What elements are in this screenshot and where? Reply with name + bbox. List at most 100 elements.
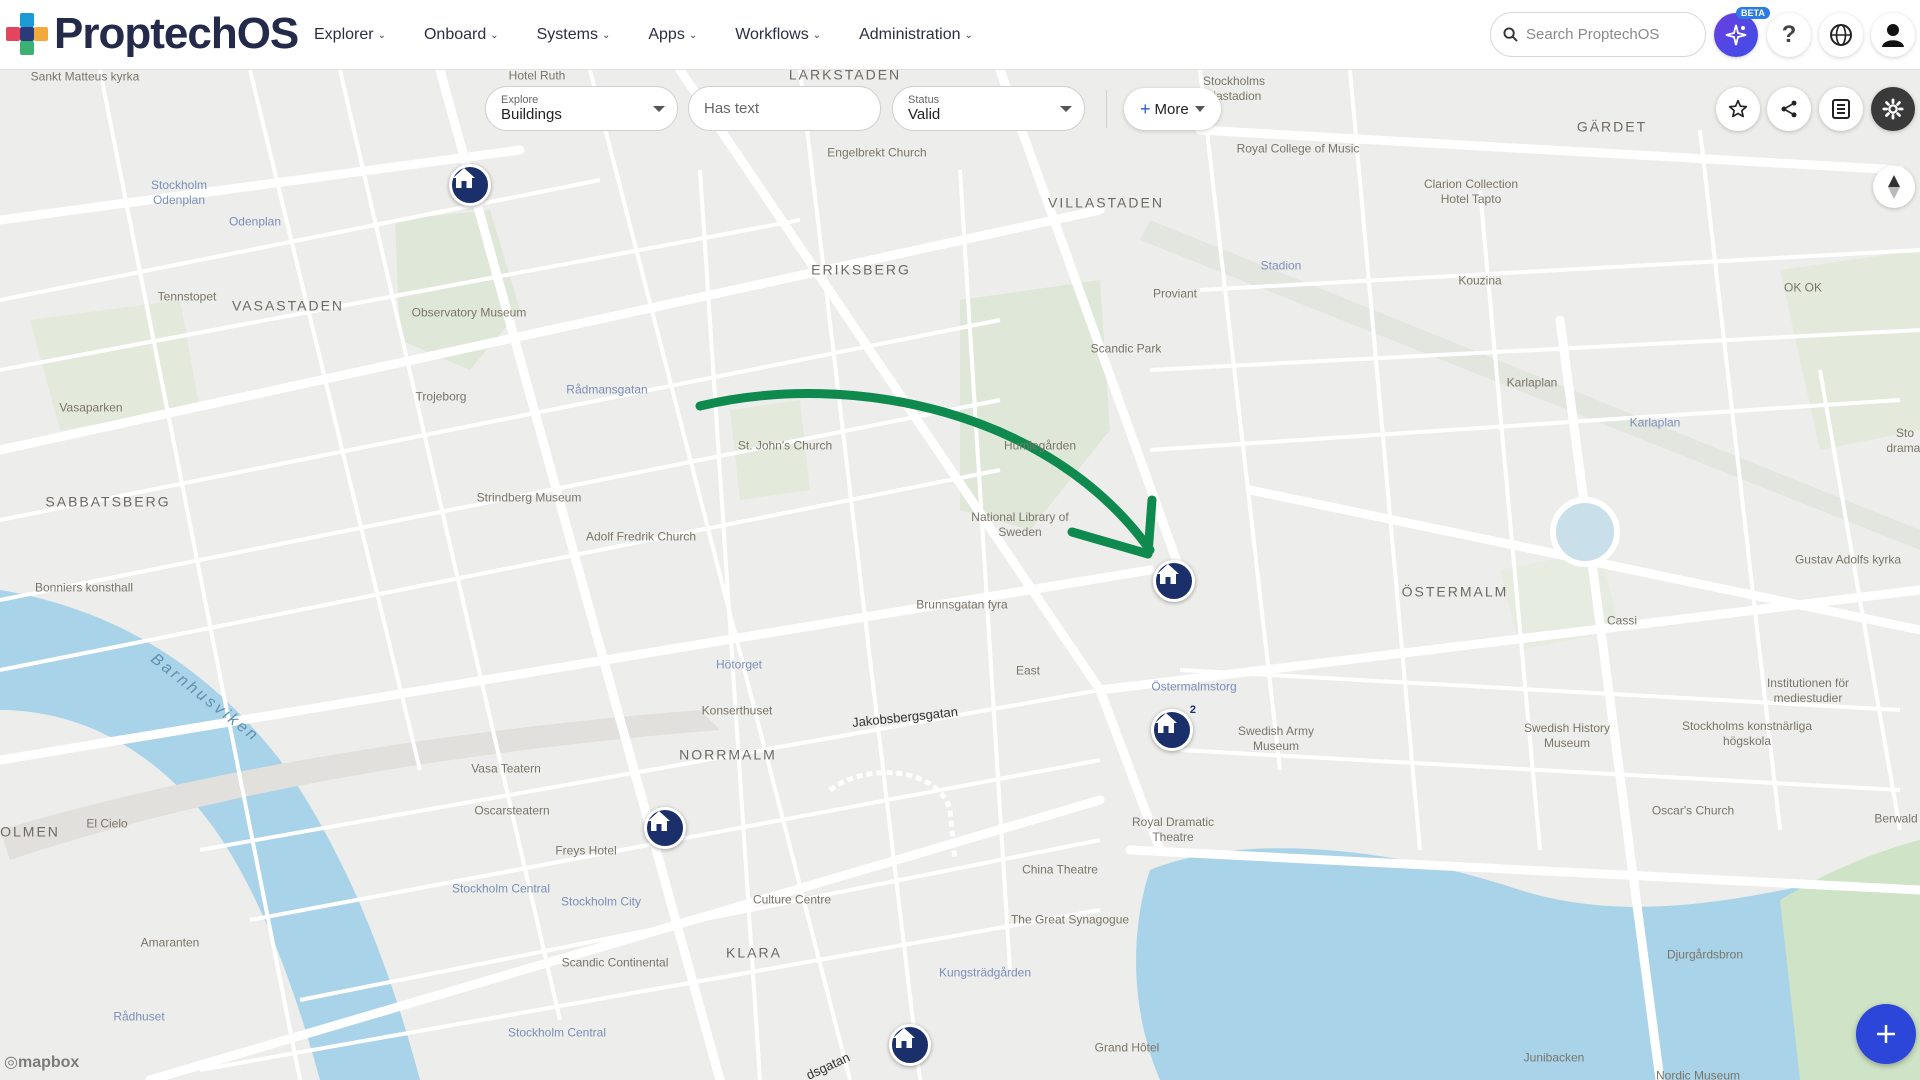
chevron-down-icon: ⌄ (964, 29, 973, 41)
transit-label: Rådmansgatan (566, 382, 648, 397)
map-view[interactable]: LÄRKSTADEN GÄRDET VILLASTADEN ERIKSBERG … (0, 70, 1920, 1080)
place-label: Culture Centre (752, 892, 832, 907)
help-button[interactable]: ? (1767, 13, 1811, 57)
nav-explorer[interactable]: Explorer ⌄ (314, 26, 386, 44)
chevron-down-icon: ⌄ (377, 29, 386, 41)
plus-icon: + (1140, 98, 1151, 119)
place-label: Sto dramat (1886, 426, 1920, 455)
building-cluster-pin[interactable]: 2 (1151, 704, 1196, 751)
transit-label: Rådhuset (113, 1009, 165, 1024)
place-label: Clarion Collection Hotel Tapto (1423, 177, 1519, 206)
place-label: Cassi (1606, 613, 1638, 628)
plus-icon (1877, 1025, 1895, 1043)
place-label: Amaranten (140, 935, 200, 950)
nav-administration[interactable]: Administration ⌄ (859, 26, 973, 44)
place-label: Tennstopet (157, 289, 217, 304)
house-icon (453, 168, 475, 188)
building-pin[interactable] (889, 1024, 931, 1066)
transit-label: Kungsträdgården (938, 965, 1032, 980)
language-button[interactable] (1819, 13, 1863, 57)
status-filter-label: Status (908, 93, 940, 106)
place-label: Sankt Matteus kyrka (30, 70, 140, 84)
nav-apps-label: Apps (648, 26, 685, 43)
transit-label: Stockholm Odenplan (150, 178, 208, 207)
house-icon (648, 811, 670, 831)
user-menu-button[interactable] (1871, 13, 1915, 57)
place-label: Nordic Museum (1655, 1068, 1741, 1080)
compass-button[interactable] (1873, 166, 1915, 208)
place-label: Berwald (1874, 811, 1918, 826)
nav-administration-label: Administration (859, 26, 961, 43)
place-label: Royal College of Music (1236, 141, 1360, 156)
beta-badge: BETA (1736, 7, 1770, 19)
star-icon (1728, 99, 1748, 118)
place-label: Humlegården (1003, 438, 1077, 453)
has-text-filter[interactable]: Has text (688, 86, 881, 131)
chevron-down-icon: ⌄ (601, 29, 611, 41)
place-label: Konserthuset (701, 703, 773, 718)
map-settings-button[interactable] (1871, 87, 1915, 131)
status-filter[interactable]: Status Valid (892, 86, 1085, 131)
explore-filter-label: Explore (501, 93, 539, 106)
place-label: Institutionen för mediestudier (1766, 676, 1850, 705)
mapbox-attribution[interactable]: ◎mapbox (4, 1052, 79, 1072)
place-label: Scandic Park (1090, 341, 1162, 356)
place-label: Kouzina (1458, 273, 1502, 288)
place-label: Scandic Continental (561, 955, 669, 970)
district-label: ÖSTERMALM (1401, 583, 1509, 600)
ai-assistant-icon (1725, 24, 1747, 46)
house-icon (1155, 713, 1177, 733)
list-view-button[interactable] (1819, 87, 1863, 131)
search-input[interactable] (1526, 26, 1696, 43)
more-filters-label: More (1154, 100, 1189, 118)
place-label: St. John's Church (737, 438, 833, 453)
transit-label: Odenplan (228, 214, 282, 229)
place-label: China Theatre (1022, 862, 1098, 877)
place-label: East (1015, 663, 1041, 678)
house-icon (1157, 564, 1179, 584)
list-icon (1832, 99, 1850, 119)
district-label: OLMEN (0, 823, 60, 840)
nav-onboard[interactable]: Onboard ⌄ (424, 26, 499, 44)
place-label: Strindberg Museum (476, 490, 582, 505)
globe-icon (1830, 24, 1852, 46)
district-label: LÄRKSTADEN (788, 70, 902, 83)
caret-down-icon (653, 106, 665, 112)
ai-assistant-button[interactable] (1714, 13, 1758, 57)
logo-mark-icon (6, 13, 48, 55)
place-label: The Great Synagogue (1010, 912, 1130, 927)
district-label: VASASTADEN (231, 297, 345, 314)
share-icon (1781, 100, 1797, 118)
explore-filter[interactable]: Explore Buildings (485, 86, 678, 131)
nav-systems[interactable]: Systems ⌄ (537, 26, 611, 44)
building-pin[interactable] (1153, 560, 1195, 602)
nav-onboard-label: Onboard (423, 26, 487, 43)
share-button[interactable] (1767, 87, 1811, 131)
caret-down-icon (1060, 106, 1072, 112)
add-button[interactable] (1856, 1004, 1916, 1064)
nav-workflows[interactable]: Workflows ⌄ (735, 26, 821, 44)
cluster-count: 2 (1189, 704, 1196, 716)
transit-label: Stockholm Central (451, 881, 551, 896)
chevron-down-icon: ⌄ (812, 29, 822, 41)
global-search[interactable] (1490, 12, 1706, 57)
place-label: Bonniers konsthall (34, 580, 134, 595)
building-pin[interactable] (449, 164, 491, 206)
chevron-down-icon: ⌄ (490, 29, 499, 41)
building-pin[interactable] (644, 807, 686, 849)
place-label: Vasa Teatern (471, 761, 541, 776)
more-filters-button[interactable]: + More (1124, 88, 1221, 130)
filter-divider (1106, 90, 1107, 128)
district-label: SABBATSBERG (45, 493, 171, 510)
nav-apps[interactable]: Apps ⌄ (648, 26, 697, 44)
place-label: Oscar's Church (1651, 803, 1735, 818)
nav-systems-label: Systems (536, 26, 598, 43)
app-name: ProptechOS (54, 9, 299, 58)
place-label: Grand Hôtel (1094, 1040, 1160, 1055)
transit-label: Stockholm Central (507, 1025, 607, 1040)
top-navigation-bar: ProptechOS Explorer ⌄ Onboard ⌄ Systems ⌄ A… (0, 0, 1920, 70)
app-logo[interactable]: ProptechOS (6, 9, 299, 58)
mapbox-logo-icon: ◎ (4, 1054, 18, 1071)
favorite-button[interactable] (1716, 87, 1760, 131)
main-nav: Explorer ⌄ Onboard ⌄ Systems ⌄ Apps ⌄ Workfl… (314, 0, 1011, 70)
